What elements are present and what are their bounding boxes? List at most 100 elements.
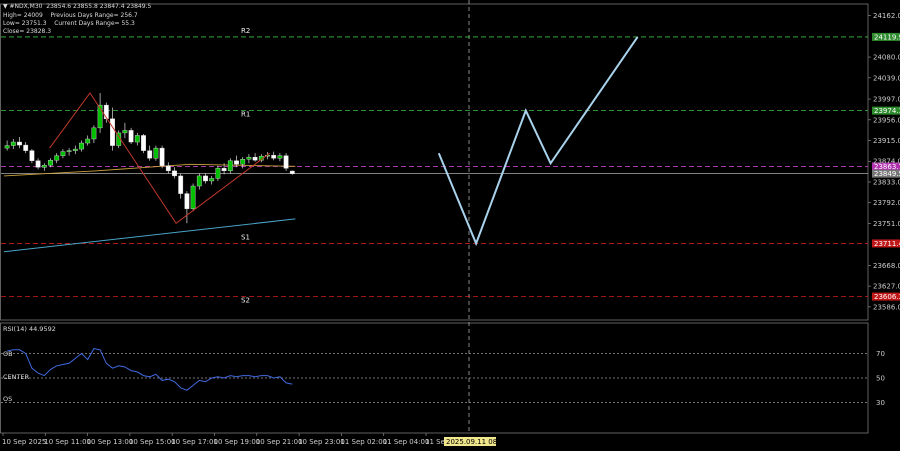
candle [97, 92, 103, 133]
candle-body [17, 141, 22, 146]
candle-body [60, 151, 66, 156]
y-tick-label: 23833.0 [873, 178, 900, 186]
candle-body [159, 147, 165, 166]
y-tick-label: 23915.0 [873, 137, 900, 145]
y-tick-label: 23874.0 [873, 158, 900, 166]
candle-body [35, 160, 41, 168]
candle-body [246, 156, 252, 160]
candle-body [184, 193, 190, 209]
candle [147, 145, 153, 161]
candle [10, 138, 16, 150]
candle-body [72, 148, 78, 151]
candle [227, 158, 233, 174]
price-axis: 24162.0 24080.0 24039.0 23997.0 23956.0 23915… [868, 12, 900, 311]
main-frame [0, 3, 869, 321]
symbol-info[interactable]: ▼ #NDX,M30 23854.6 23855.8 23847.4 23849… [3, 3, 151, 11]
candle [184, 191, 190, 224]
candle-body [48, 160, 53, 166]
candle [91, 125, 97, 144]
low-range-info: Low= 23751.3 Current Days Range= 55.3 [3, 20, 135, 27]
rsi-tick-label: 70 [876, 350, 885, 358]
candle-body [91, 127, 97, 140]
candle-body [196, 175, 202, 187]
x-tick-label: 10 Sep 13:00 [87, 438, 134, 446]
price-chart: R224119.9R123974.123863.723849.5S123711.… [0, 0, 900, 446]
y-tick-label: 23627.0 [873, 283, 900, 291]
candle-body [41, 165, 47, 168]
candle [165, 162, 171, 174]
candle-body [122, 130, 128, 134]
x-tick-label: 10 Sep 2025 [2, 438, 46, 446]
candle-body [271, 154, 277, 159]
candle-body [128, 130, 134, 143]
candle [159, 145, 165, 169]
candle-body [134, 135, 140, 143]
candle-body [147, 150, 153, 159]
level-tag-value: 23606.3 [874, 293, 900, 301]
candle [172, 167, 177, 179]
candle-body [234, 160, 239, 165]
candle [215, 165, 221, 181]
candle-body [252, 156, 258, 161]
candle [141, 133, 146, 154]
y-tick-label: 23751.0 [873, 220, 900, 228]
level-name: S1 [241, 233, 250, 241]
y-tick-label: 23997.0 [873, 96, 900, 104]
ma-fast-line [3, 163, 296, 177]
level-name: R1 [241, 111, 250, 119]
candle-body [110, 118, 115, 146]
rsi-os-label: OS [3, 395, 13, 403]
candle [289, 170, 295, 175]
candle-body [221, 168, 227, 172]
candle [153, 145, 159, 161]
y-tick-label: 24039.0 [873, 74, 900, 82]
candle [79, 140, 84, 152]
rsi-ob-label: OB [3, 350, 13, 358]
candle-body [289, 170, 295, 174]
x-tick-label: 10 Sep 17:00 [171, 438, 218, 446]
candle-body [209, 178, 215, 182]
candle [209, 175, 215, 185]
candle-body [23, 144, 29, 151]
candle-body [283, 155, 289, 169]
candle [178, 173, 184, 199]
x-tick-label: 10 Sep 19:00 [214, 438, 261, 446]
candle [128, 127, 134, 145]
candle-body [178, 175, 184, 194]
candle [134, 132, 140, 146]
candle-body [4, 145, 10, 149]
candle-body [153, 147, 159, 159]
candles [4, 92, 295, 224]
level-tag-value: 24119.9 [874, 33, 900, 41]
rsi-tick-label: 30 [876, 399, 885, 407]
level-tag-value: 23974.1 [874, 107, 900, 115]
x-tick-label: 10 Sep 11:00 [44, 438, 91, 446]
candle-body [190, 185, 196, 209]
candle [203, 173, 208, 184]
candle [60, 149, 66, 159]
candle [35, 158, 41, 170]
candle [246, 154, 252, 164]
rsi-panel: 70 50 30 [1, 348, 885, 407]
candle-body [29, 150, 35, 161]
candle [54, 153, 60, 164]
candle [283, 153, 289, 171]
candle-body [66, 150, 72, 152]
rsi-line [6, 348, 293, 391]
moving-averages [3, 163, 296, 253]
candle [271, 151, 277, 161]
candle-body [172, 170, 177, 177]
candle [190, 183, 196, 212]
candle [85, 135, 91, 146]
y-tick-label: 24080.0 [873, 54, 900, 62]
candle [252, 153, 258, 162]
x-tick-label: 11 Sep 04:00 [383, 438, 430, 446]
level-name: R2 [241, 27, 250, 35]
y-tick-label: 23586.0 [873, 303, 900, 311]
candle [72, 145, 78, 155]
candle-body [227, 160, 233, 172]
candle-body [10, 141, 16, 146]
x-tick-label: 10 Sep 21:00 [256, 438, 303, 446]
y-tick-label: 23792.0 [873, 199, 900, 207]
pivot-levels: R224119.9R123974.123863.723849.5S123711.… [1, 27, 900, 305]
